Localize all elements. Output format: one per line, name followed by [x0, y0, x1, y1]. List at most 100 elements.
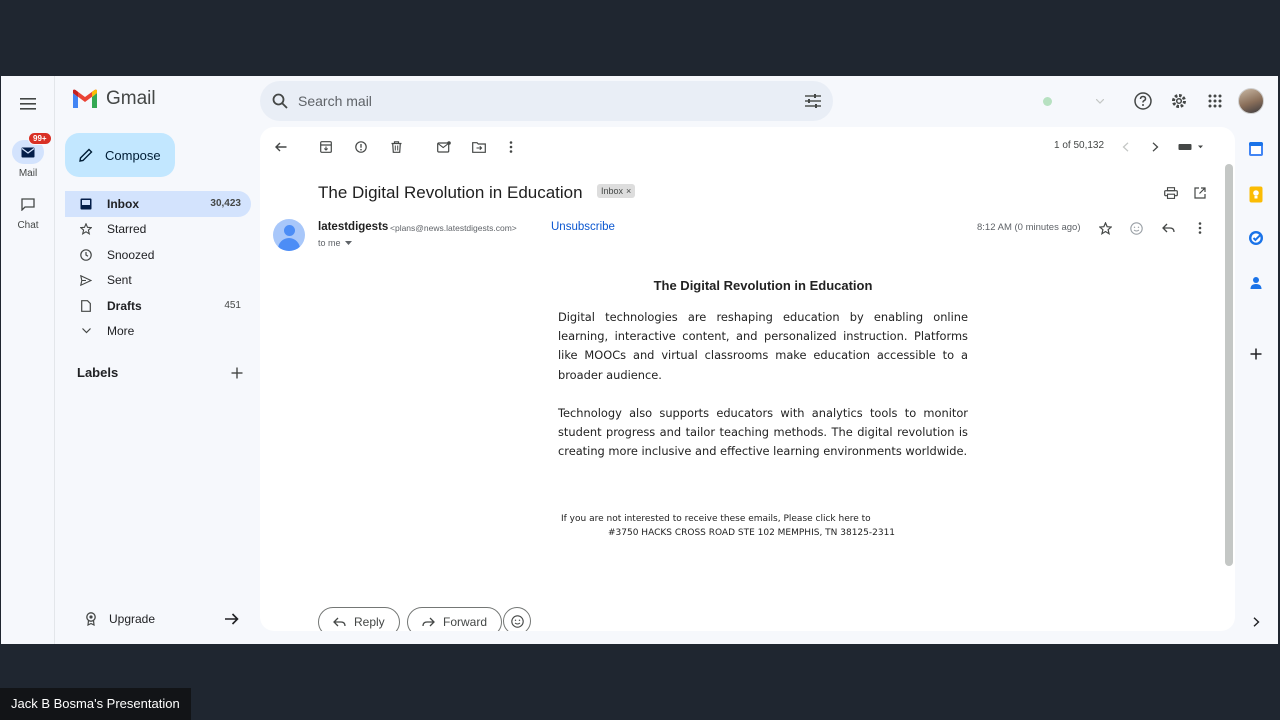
email-body: The Digital Revolution in Education Digi…: [558, 278, 968, 480]
settings-gear-icon[interactable]: [1161, 86, 1197, 116]
add-label-icon[interactable]: [231, 367, 243, 379]
gmail-logo[interactable]: Gmail: [72, 88, 156, 110]
archive-icon[interactable]: [316, 137, 336, 157]
expand-side-panel-icon[interactable]: [1246, 612, 1266, 632]
apps-grid-icon[interactable]: [1197, 86, 1233, 116]
mail-icon: [21, 147, 35, 157]
gmail-window: 99+ Mail Chat Gmail Search mail Compose …: [1, 76, 1278, 644]
nav-item-snoozed[interactable]: Snoozed: [65, 242, 251, 268]
presenter-label: Jack B Bosma's Presentation: [0, 688, 191, 720]
nav-item-inbox[interactable]: Inbox 30,423: [65, 191, 251, 217]
unsubscribe-link[interactable]: Unsubscribe: [551, 221, 615, 233]
calendar-icon[interactable]: [1246, 139, 1266, 159]
rail-chat-label: Chat: [17, 220, 39, 231]
search-icon[interactable]: [272, 93, 288, 109]
upgrade-label: Upgrade: [109, 612, 156, 626]
compose-button[interactable]: Compose: [65, 133, 175, 177]
next-page-icon[interactable]: [1145, 137, 1165, 157]
forward-button[interactable]: Forward: [407, 607, 503, 631]
rail-item-mail[interactable]: 99+ Mail: [1, 132, 55, 179]
award-icon: [86, 612, 96, 626]
input-tools-icon[interactable]: [1177, 137, 1205, 157]
recipient-details[interactable]: to me: [318, 238, 352, 248]
recipient-label: to me: [318, 238, 341, 248]
nav-label: Starred: [107, 222, 147, 237]
search-bar: [260, 81, 833, 121]
rail-item-chat[interactable]: Chat: [1, 192, 55, 231]
reply-button[interactable]: Reply: [318, 607, 400, 631]
delete-trash-icon[interactable]: [386, 137, 406, 157]
email-footer-unsubscribe-text[interactable]: If you are not interested to receive the…: [561, 514, 871, 524]
print-icon[interactable]: [1162, 184, 1180, 202]
tasks-icon[interactable]: [1246, 228, 1266, 248]
back-arrow-icon[interactable]: [271, 137, 291, 157]
forward-label: Forward: [443, 615, 488, 629]
emoji-icon: [510, 614, 524, 628]
draft-icon: [79, 299, 93, 312]
chat-icon: [21, 197, 35, 211]
nav-count: 30,423: [210, 198, 241, 210]
main-menu-icon[interactable]: [16, 92, 40, 116]
nav-label: Drafts: [107, 298, 142, 313]
sender-avatar[interactable]: [273, 219, 305, 251]
previous-page-icon[interactable]: [1115, 137, 1135, 157]
nav-count: 451: [224, 300, 241, 312]
rail-mail-label: Mail: [18, 168, 38, 179]
status-dot: [1043, 96, 1052, 106]
add-addon-icon[interactable]: [1246, 344, 1266, 364]
nav-item-starred[interactable]: Starred: [65, 217, 251, 243]
emoji-reaction-icon[interactable]: [1127, 219, 1145, 237]
nav-label: Sent: [107, 273, 132, 288]
nav-label: More: [107, 324, 135, 339]
more-options-icon[interactable]: [501, 137, 521, 157]
star-icon[interactable]: [1096, 219, 1114, 237]
help-icon[interactable]: [1125, 86, 1161, 116]
inbox-label-chip[interactable]: Inbox ×: [597, 184, 636, 198]
open-new-window-icon[interactable]: [1191, 184, 1209, 202]
emoji-react-button[interactable]: [503, 607, 531, 631]
app-rail: 99+ Mail Chat: [1, 76, 55, 644]
sender-email: <plans@news.latestdigests.com>: [390, 223, 517, 233]
mark-unread-icon[interactable]: [434, 137, 454, 157]
keep-notes-icon[interactable]: [1246, 184, 1266, 204]
message-scrollbar[interactable]: [1225, 164, 1233, 566]
compose-label: Compose: [105, 147, 161, 163]
pagination-count: 1 of 50,132: [1054, 140, 1105, 151]
folder-nav: Inbox 30,423 Starred Snoozed Sent Drafts…: [65, 191, 251, 344]
unread-badge: 99+: [28, 132, 52, 145]
move-to-folder-icon[interactable]: [469, 137, 489, 157]
arrow-right-icon: [225, 613, 239, 625]
nav-item-drafts[interactable]: Drafts 451: [65, 293, 251, 319]
email-footer-address: #3750 HACKS CROSS ROAD STE 102 MEMPHIS, …: [608, 528, 896, 538]
reply-icon: [333, 617, 346, 627]
nav-label: Snoozed: [107, 247, 155, 262]
pencil-icon: [79, 148, 93, 162]
account-avatar[interactable]: [1238, 88, 1264, 114]
chevron-down-icon: [1096, 98, 1104, 104]
email-timestamp: 8:12 AM (0 minutes ago): [977, 222, 1081, 233]
inbox-icon: [79, 198, 93, 210]
nav-item-sent[interactable]: Sent: [65, 268, 251, 294]
nav-label: Inbox: [107, 196, 139, 211]
send-icon: [79, 274, 93, 286]
upgrade-button[interactable]: Upgrade: [71, 606, 245, 632]
inbox-chip-text: Inbox: [601, 186, 624, 196]
search-input[interactable]: [298, 93, 805, 109]
message-pane: 1 of 50,132 The Digital Revolution in Ed…: [260, 127, 1235, 631]
body-heading: The Digital Revolution in Education: [653, 278, 873, 293]
clock-icon: [79, 248, 93, 261]
caret-down-icon: [344, 241, 352, 245]
report-spam-icon[interactable]: [351, 137, 371, 157]
email-subject: The Digital Revolution in Education: [318, 183, 583, 202]
labels-section: Labels: [77, 365, 243, 380]
status-indicator[interactable]: [1031, 86, 1117, 116]
reply-icon[interactable]: [1159, 219, 1177, 237]
nav-item-more[interactable]: More: [65, 319, 251, 345]
sender-name[interactable]: latestdigests: [318, 221, 388, 233]
search-options-icon[interactable]: [805, 94, 821, 108]
remove-label-icon[interactable]: ×: [626, 186, 631, 196]
forward-icon: [422, 617, 435, 627]
contacts-icon[interactable]: [1246, 273, 1266, 293]
reply-label: Reply: [354, 615, 385, 629]
message-more-icon[interactable]: [1191, 219, 1209, 237]
